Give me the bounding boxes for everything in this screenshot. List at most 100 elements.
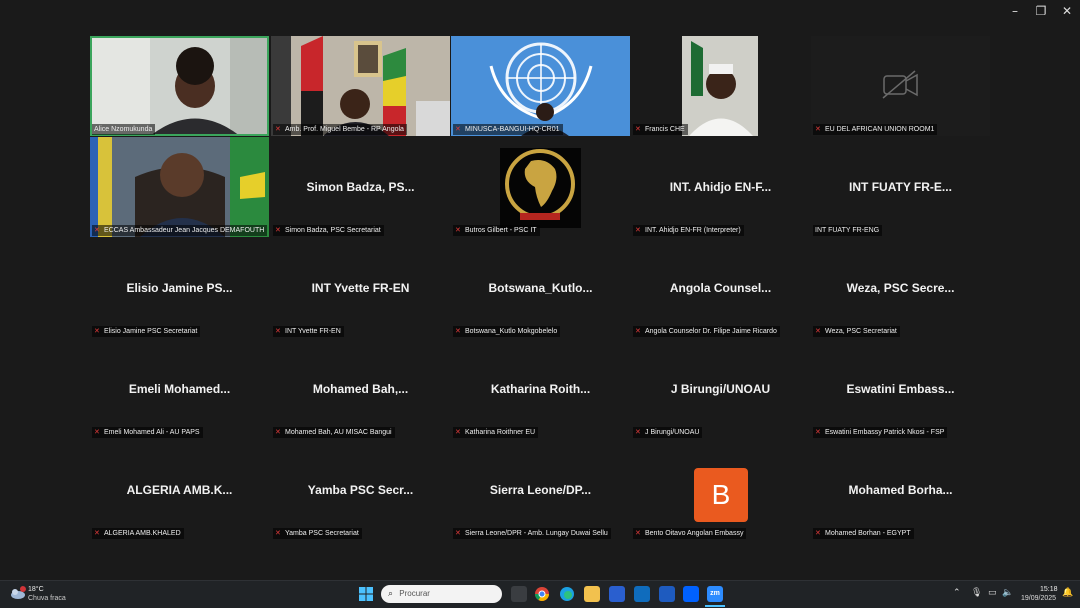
search-placeholder: Procurar [399,589,430,598]
notification-bell-icon[interactable]: 🔔 [1062,588,1073,598]
participant-name: ✕ Emeli Mohamed Ali - AU PAPS [92,427,203,438]
muted-mic-icon: ✕ [815,530,821,537]
participant-display-name: Mohamed Bah,... [312,382,409,396]
weather-icon[interactable] [10,586,26,602]
participant-display-name: INT. Ahidjo EN-F... [669,180,772,194]
file-explorer-icon[interactable] [584,586,600,602]
participant-name: ✕ Eswatini Embassy Patrick Nkosi - FSP [813,427,948,438]
muted-mic-icon: ✕ [635,126,641,133]
participant-tile[interactable]: ✕ ECCAS Ambassadeur Jean Jacques DEMAFOUT… [90,137,269,237]
restore-icon[interactable]: ❐ [1030,3,1052,19]
muted-mic-icon: ✕ [635,328,641,335]
participant-tile[interactable]: Weza, PSC Secre... ✕ Weza, PSC Secretaria… [811,238,990,338]
participant-tile[interactable]: Alice Nzomukunda [90,36,269,136]
participant-name: ✕ Weza, PSC Secretariat [813,326,900,337]
participant-name: INT FUATY FR-ENG [813,225,883,236]
minimize-icon[interactable]: – [1004,3,1026,19]
muted-mic-icon: ✕ [455,328,461,335]
participant-tile[interactable]: ✕ Butros Gilbert - PSC IT [451,137,630,237]
participant-name: ✕ Katharina Roithner EU [453,427,539,438]
participant-name: Alice Nzomukunda [92,124,156,135]
windows-start-icon[interactable] [358,586,374,602]
weather-temperature[interactable]: 18°C [28,586,44,593]
participant-tile[interactable]: ✕ Amb. Prof. Miguel Bembe - RP Angola [271,36,450,136]
volume-icon[interactable]: 🔈 [1002,588,1013,598]
taskbar-search[interactable]: ⌕ Procurar [381,585,502,603]
edge-icon[interactable] [559,586,575,602]
participant-tile[interactable]: ALGERIA AMB.K... ✕ ALGERIA AMB.KHALED [90,440,269,540]
participant-tile[interactable]: Yamba PSC Secr... ✕ Yamba PSC Secretariat [271,440,450,540]
muted-mic-icon: ✕ [455,227,461,234]
muted-mic-icon: ✕ [94,328,100,335]
participant-display-name: Emeli Mohamed... [128,382,231,396]
participant-tile[interactable]: Emeli Mohamed... ✕ Emeli Mohamed Ali - AU… [90,339,269,439]
participant-tile[interactable]: Katharina Roith... ✕ Katharina Roithner E… [451,339,630,439]
title-bar: – ❐ ✕ [0,0,1080,22]
muted-mic-icon: ✕ [815,429,821,436]
participant-name: ✕ Elisio Jamine PSC Secretariat [92,326,201,337]
participant-display-name: INT FUATY FR-E... [849,180,952,194]
participant-name: ✕ Bento Oitavo Angolan Embassy [633,528,747,539]
task-view-icon[interactable] [511,586,527,602]
network-icon[interactable]: ▭ [988,588,997,598]
participant-name: ✕ INT. Ahidjo EN-FR (Interpreter) [633,225,744,236]
participant-display-name: Mohamed Borha... [848,483,953,497]
zoom-app-icon[interactable]: zm [707,586,723,602]
app-icon[interactable] [609,586,625,602]
microphone-icon[interactable]: 🎙 [971,588,982,598]
muted-mic-icon: ✕ [635,429,641,436]
participant-name: ✕ Yamba PSC Secretariat [273,528,362,539]
participant-tile[interactable]: Sierra Leone/DP... ✕ Sierra Leone/DPR - A… [451,440,630,540]
video-feed [90,36,269,136]
participant-name: ✕ Amb. Prof. Miguel Bembe - RP Angola [273,124,407,135]
participant-tile[interactable]: Botswana_Kutlo... ✕ Botswana_Kutlo Mokgob… [451,238,630,338]
chrome-icon[interactable] [534,586,550,602]
close-icon[interactable]: ✕ [1056,3,1078,19]
participant-tile[interactable]: Simon Badza, PS... ✕ Simon Badza, PSC Sec… [271,137,450,237]
outlook-icon[interactable] [634,586,650,602]
clock-date[interactable]: 19/09/2025 [1021,595,1056,602]
participant-tile[interactable]: Mohamed Bah,... ✕ Mohamed Bah, AU MISAC B… [271,339,450,439]
search-icon: ⌕ [388,589,394,599]
clock-time[interactable]: 15:18 [1040,586,1058,593]
weather-description[interactable]: Chuva fraca [28,595,66,602]
participant-name: ✕ J Birungi/UNOAU [633,427,703,438]
muted-mic-icon: ✕ [455,530,461,537]
participant-name: ✕ Angola Counselor Dr. Filipe Jaime Ricar… [633,326,780,337]
participant-display-name: Katharina Roith... [490,382,591,396]
participant-tile[interactable]: Elisio Jamine PS... ✕ Elisio Jamine PSC S… [90,238,269,338]
camera-off-icon [811,36,990,136]
word-icon[interactable] [659,586,675,602]
participant-tile[interactable]: INT Yvette FR-EN ✕ INT Yvette FR-EN [271,238,450,338]
participant-name: ✕ ALGERIA AMB.KHALED [92,528,184,539]
video-feed [631,36,810,136]
participant-name: ✕ INT Yvette FR-EN [273,326,344,337]
participant-tile[interactable]: Eswatini Embass... ✕ Eswatini Embassy Pat… [811,339,990,439]
participant-tile[interactable]: ✕ EU DEL AFRICAN UNION ROOM1 [811,36,990,136]
participant-tile[interactable]: ✕ MINUSCA-BANGUI-HQ-CR01 [451,36,630,136]
muted-mic-icon: ✕ [275,227,281,234]
muted-mic-icon: ✕ [275,328,281,335]
muted-mic-icon: ✕ [815,328,821,335]
participant-display-name: Angola Counsel... [669,281,772,295]
muted-mic-icon: ✕ [275,126,281,133]
participant-display-name: Sierra Leone/DP... [489,483,592,497]
participant-name: ✕ Sierra Leone/DPR - Amb. Lungay Duwai Se… [453,528,611,539]
participant-display-name: J Birungi/UNOAU [670,382,771,396]
dropbox-icon[interactable] [683,586,699,602]
participant-tile[interactable]: J Birungi/UNOAU ✕ J Birungi/UNOAU [631,339,810,439]
au-emblem-image [451,137,630,237]
gallery-grid: Alice Nzomukunda ✕ Amb. Prof. Miguel Bemb… [90,36,990,542]
participant-name: ✕ Botswana_Kutlo Mokgobelelo [453,326,561,337]
participant-name: ✕ Butros Gilbert - PSC IT [453,225,540,236]
chevron-up-icon[interactable]: ⌃ [953,588,961,598]
participant-tile[interactable]: INT FUATY FR-E... INT FUATY FR-ENG [811,137,990,237]
participant-tile[interactable]: ✕ Francis CHE [631,36,810,136]
participant-tile[interactable]: Angola Counsel... ✕ Angola Counselor Dr. … [631,238,810,338]
muted-mic-icon: ✕ [815,126,821,133]
participant-tile[interactable]: B ✕ Bento Oitavo Angolan Embassy [631,440,810,540]
participant-tile[interactable]: Mohamed Borha... ✕ Mohamed Borhan - EGYPT [811,440,990,540]
participant-name: ✕ Simon Badza, PSC Secretariat [273,225,384,236]
participant-tile[interactable]: INT. Ahidjo EN-F... ✕ INT. Ahidjo EN-FR (… [631,137,810,237]
participant-display-name: Simon Badza, PS... [306,180,415,194]
